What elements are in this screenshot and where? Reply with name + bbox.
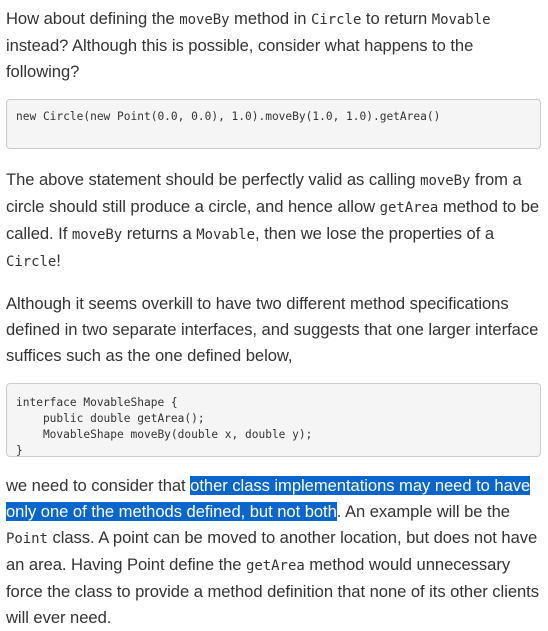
text: The above statement should be perfectly … xyxy=(6,170,421,189)
inline-code-Circle: Circle xyxy=(311,12,362,28)
text: we need to consider that xyxy=(6,476,191,495)
text: returns a xyxy=(122,224,197,243)
text: How about defining the xyxy=(6,9,180,28)
paragraph-statement-validity: The above statement should be perfectly … xyxy=(6,167,546,275)
text: to return xyxy=(361,9,432,28)
inline-code-getArea: getArea xyxy=(379,200,439,216)
inline-code-moveBy: moveBy xyxy=(71,227,123,243)
paragraph-moveby-return-movable: How about defining the moveBy method in … xyxy=(6,6,546,85)
inline-code-Movable: Movable xyxy=(196,227,255,243)
inline-code-Movable: Movable xyxy=(431,12,491,28)
text: method in xyxy=(229,9,312,28)
code-snippet: interface MovableShape { public double g… xyxy=(16,396,313,457)
text: , then we lose the properties of a xyxy=(254,224,495,243)
paragraph-overkill: Although it seems overkill to have two d… xyxy=(6,294,539,365)
inline-code-moveBy: moveBy xyxy=(179,12,230,28)
text: ! xyxy=(56,251,61,270)
code-block-circle-example: new Circle(new Point(0.0, 0.0), 1.0).mov… xyxy=(6,99,541,149)
inline-code-Point: Point xyxy=(6,531,48,547)
paragraph-other-implementations: we need to consider that other class imp… xyxy=(6,473,546,631)
text: . An example will be the xyxy=(336,502,510,521)
inline-code-getArea: getArea xyxy=(246,558,305,574)
document-body: How about defining the moveBy method in … xyxy=(6,6,546,631)
code-snippet: new Circle(new Point(0.0, 0.0), 1.0).mov… xyxy=(16,110,441,123)
inline-code-moveBy: moveBy xyxy=(420,173,471,189)
code-block-movable-shape-interface: interface MovableShape { public double g… xyxy=(6,383,541,457)
inline-code-Circle: Circle xyxy=(6,254,57,270)
text: instead? Although this is possible, cons… xyxy=(6,36,474,81)
